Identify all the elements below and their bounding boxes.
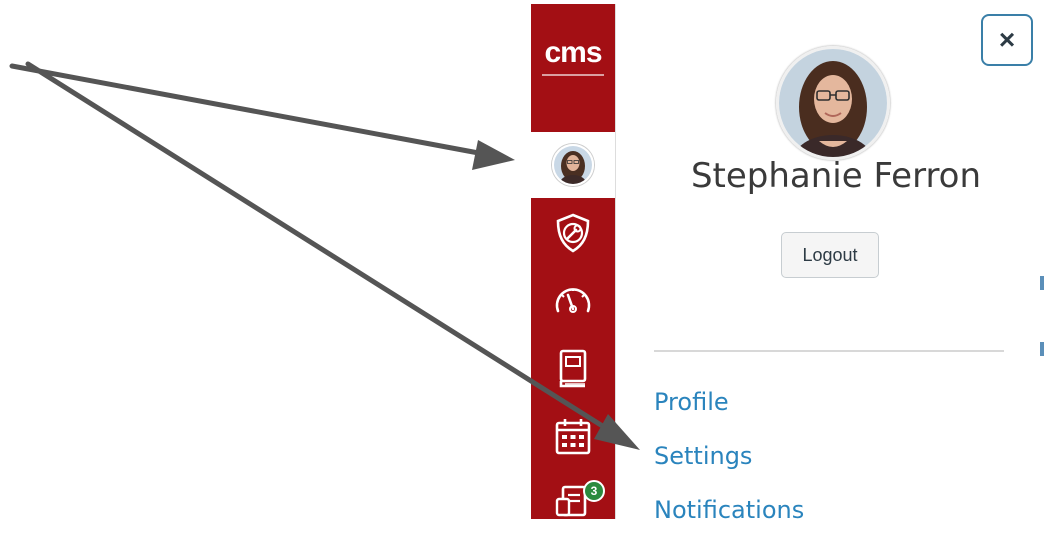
user-avatar-small xyxy=(552,144,594,186)
user-name: Stephanie Ferron xyxy=(690,156,982,196)
institution-logo[interactable]: cms xyxy=(531,4,615,118)
speedometer-icon xyxy=(552,281,594,322)
global-navigation: cms 3 xyxy=(531,4,615,519)
arrow-to-account xyxy=(9,63,487,157)
user-avatar-large xyxy=(776,46,890,160)
page-edge-fragment xyxy=(1040,342,1044,356)
account-tray: × Stephanie Ferron Logout Profile Settin… xyxy=(615,4,1041,524)
arrow-head-account xyxy=(472,140,515,170)
tray-divider xyxy=(654,350,1004,352)
book-icon xyxy=(556,348,590,395)
arrow-to-settings xyxy=(25,61,615,435)
nav-inbox[interactable]: 3 xyxy=(531,472,615,534)
logo-underline xyxy=(542,74,604,76)
nav-calendar[interactable] xyxy=(531,408,615,470)
logout-button[interactable]: Logout xyxy=(781,232,879,278)
unread-count-badge: 3 xyxy=(583,480,605,502)
calendar-icon xyxy=(553,417,593,462)
nav-account[interactable] xyxy=(531,132,615,198)
profile-link[interactable]: Profile xyxy=(654,388,729,416)
nav-admin[interactable] xyxy=(531,204,615,266)
nav-courses[interactable] xyxy=(531,340,615,402)
logo-text: cms xyxy=(544,36,602,69)
notifications-link[interactable]: Notifications xyxy=(654,496,804,524)
page-edge-fragment xyxy=(1040,276,1044,290)
shield-wrench-icon xyxy=(553,212,593,259)
nav-dashboard[interactable] xyxy=(531,270,615,332)
close-icon: × xyxy=(998,24,1016,55)
close-tray-button[interactable]: × xyxy=(981,14,1033,66)
settings-link[interactable]: Settings xyxy=(654,442,752,470)
